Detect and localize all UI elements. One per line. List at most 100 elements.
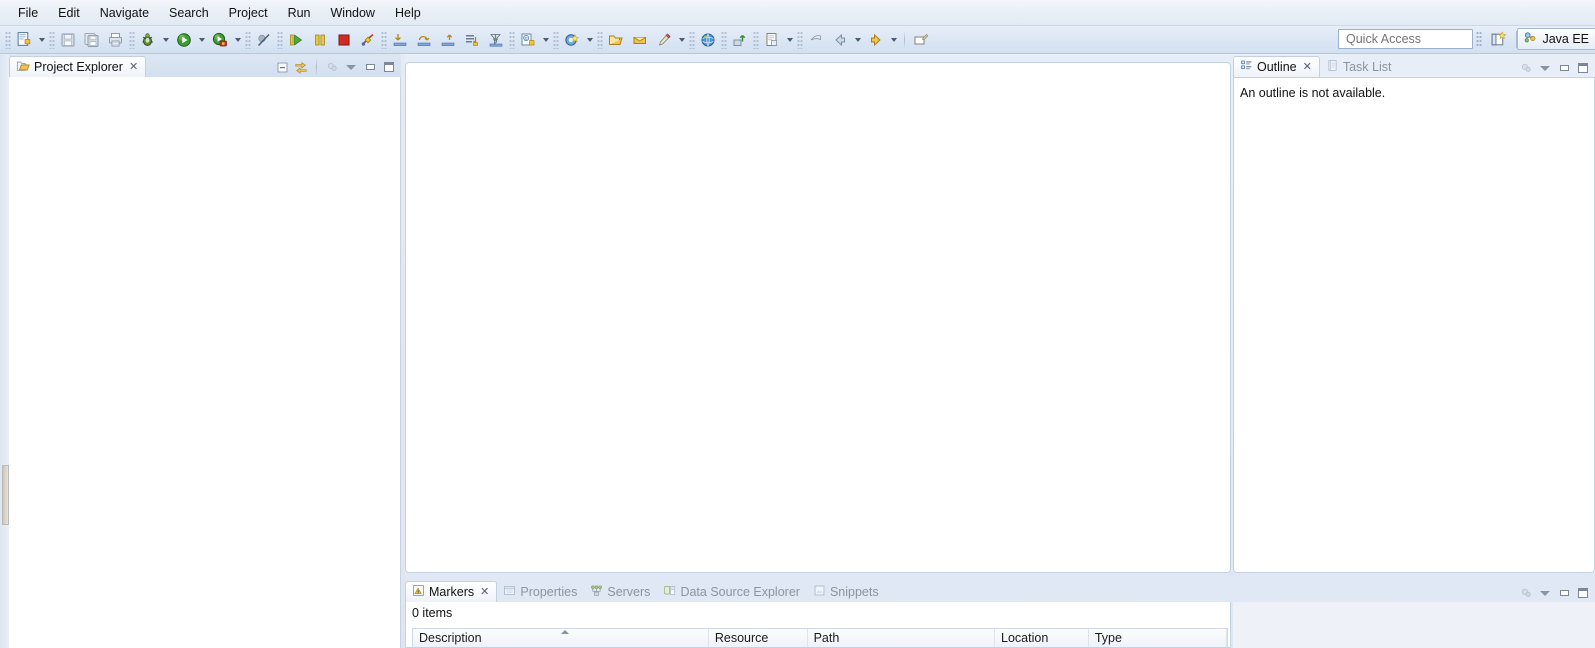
workbench: Project Explorer ✕ Markers ✕ Properties … <box>0 54 1595 648</box>
back-icon[interactable] <box>828 28 852 52</box>
tab-project-explorer[interactable]: Project Explorer ✕ <box>9 56 147 77</box>
menu-help[interactable]: Help <box>385 3 431 23</box>
new-wizard-dropdown[interactable] <box>36 29 48 51</box>
new-annotation-dropdown[interactable] <box>584 29 596 51</box>
last-edit-location-icon[interactable] <box>909 28 933 52</box>
forward-icon[interactable] <box>864 28 888 52</box>
coverage-dropdown[interactable] <box>232 29 244 51</box>
tab-label: Data Source Explorer <box>680 584 800 599</box>
perspective-java-ee-button[interactable]: Java EE <box>1517 28 1595 50</box>
step-return-icon[interactable] <box>436 28 460 52</box>
save-all-icon[interactable] <box>80 28 104 52</box>
resume-icon[interactable] <box>284 28 308 52</box>
toolbar-separator <box>689 30 695 49</box>
search-icon[interactable] <box>652 28 676 52</box>
quick-access-input[interactable] <box>1344 31 1472 47</box>
disconnect-icon[interactable] <box>356 28 380 52</box>
forward-dropdown[interactable] <box>888 29 900 51</box>
search-dropdown[interactable] <box>676 29 688 51</box>
column-header-resource[interactable]: Resource <box>709 629 808 647</box>
menu-search[interactable]: Search <box>159 3 219 23</box>
right-bottom-panel <box>1233 579 1595 648</box>
tab-snippets[interactable]: Snippets <box>807 581 886 602</box>
tab-properties[interactable]: Properties <box>497 581 584 602</box>
focus-on-active-task-icon[interactable] <box>324 59 340 75</box>
new-xml-icon[interactable] <box>760 28 784 52</box>
menu-window[interactable]: Window <box>321 3 385 23</box>
column-header-location[interactable]: Location <box>995 629 1089 647</box>
skip-breakpoints-icon[interactable] <box>252 28 276 52</box>
suspend-icon[interactable] <box>308 28 332 52</box>
project-explorer-tree[interactable] <box>9 77 401 648</box>
deploy-icon[interactable] <box>728 28 752 52</box>
step-into-icon[interactable] <box>388 28 412 52</box>
new-java-class-icon[interactable]: C <box>516 28 540 52</box>
coverage-icon[interactable] <box>208 28 232 52</box>
view-menu-icon[interactable] <box>343 59 359 75</box>
tab-data-source-explorer[interactable]: Data Source Explorer <box>657 581 807 602</box>
close-icon[interactable]: ✕ <box>480 586 489 598</box>
filters-icon[interactable] <box>1518 585 1534 601</box>
tab-label: Outline <box>1257 60 1297 74</box>
terminate-icon[interactable] <box>332 28 356 52</box>
step-over-icon[interactable] <box>412 28 436 52</box>
maximize-icon[interactable] <box>1575 60 1591 76</box>
toolbar-separator <box>797 30 803 49</box>
view-menu-icon[interactable] <box>1537 60 1553 76</box>
menu-run[interactable]: Run <box>278 3 321 23</box>
tab-servers[interactable]: Servers <box>584 581 657 602</box>
maximize-icon[interactable] <box>381 59 397 75</box>
minimize-icon[interactable] <box>1556 60 1572 76</box>
column-header-path[interactable]: Path <box>808 629 996 647</box>
menu-navigate[interactable]: Navigate <box>90 3 159 23</box>
toolbar-separator <box>753 30 759 49</box>
menu-project[interactable]: Project <box>219 3 278 23</box>
java-ee-perspective-icon <box>1523 30 1538 48</box>
run-dropdown[interactable] <box>196 29 208 51</box>
toolbar-separator <box>509 30 515 49</box>
minimize-icon[interactable] <box>1556 585 1572 601</box>
tab-outline[interactable]: Outline ✕ <box>1233 56 1320 77</box>
new-xml-dropdown[interactable] <box>784 29 796 51</box>
print-icon[interactable] <box>104 28 128 52</box>
open-task-icon[interactable] <box>628 28 652 52</box>
menu-edit[interactable]: Edit <box>48 3 90 23</box>
quick-access-field[interactable] <box>1338 29 1473 49</box>
open-web-browser-icon[interactable] <box>696 28 720 52</box>
editor-canvas[interactable] <box>405 62 1231 573</box>
run-icon[interactable] <box>172 28 196 52</box>
debug-icon[interactable] <box>136 28 160 52</box>
save-icon[interactable] <box>56 28 80 52</box>
minimize-icon[interactable] <box>362 59 378 75</box>
close-icon[interactable]: ✕ <box>1303 61 1312 73</box>
maximize-icon[interactable] <box>1575 585 1591 601</box>
menu-bar: File Edit Navigate Search Project Run Wi… <box>0 0 1595 26</box>
toolbar-separator <box>904 30 905 49</box>
column-header-description[interactable]: Description <box>413 629 709 647</box>
new-wizard-icon[interactable] <box>12 28 36 52</box>
markers-table[interactable]: Description Resource Path Location Type <box>412 628 1228 647</box>
use-step-filters-icon[interactable] <box>484 28 508 52</box>
focus-icon[interactable] <box>1518 60 1534 76</box>
view-menu-icon[interactable] <box>1537 585 1553 601</box>
open-type-icon[interactable] <box>604 28 628 52</box>
column-header-type[interactable]: Type <box>1089 629 1227 647</box>
outline-body[interactable]: An outline is not available. <box>1233 77 1595 573</box>
link-with-editor-icon[interactable] <box>293 59 309 75</box>
drop-to-frame-icon[interactable] <box>460 28 484 52</box>
menu-file[interactable]: File <box>8 3 48 23</box>
left-scrollbar-thumb[interactable] <box>2 465 9 525</box>
collapse-all-icon[interactable] <box>274 59 290 75</box>
close-icon[interactable]: ✕ <box>129 61 138 73</box>
new-java-class-dropdown[interactable] <box>540 29 552 51</box>
new-annotation-icon[interactable] <box>560 28 584 52</box>
open-perspective-icon[interactable] <box>1487 29 1509 50</box>
servers-icon <box>590 584 603 600</box>
tab-label: Properties <box>520 584 578 599</box>
markers-icon <box>412 584 425 600</box>
debug-dropdown[interactable] <box>160 29 172 51</box>
previous-annotation-icon[interactable] <box>804 28 828 52</box>
tab-markers[interactable]: Markers ✕ <box>405 581 498 602</box>
back-dropdown[interactable] <box>852 29 864 51</box>
tab-task-list[interactable]: Task List <box>1320 56 1399 77</box>
